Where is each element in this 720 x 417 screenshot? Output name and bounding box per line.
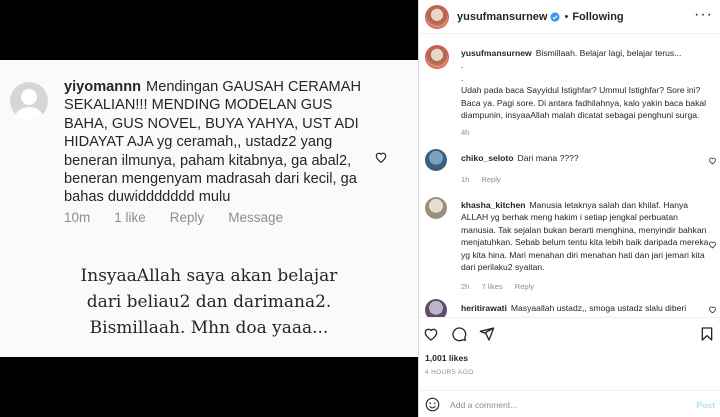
comment-username[interactable]: heritirawati bbox=[461, 303, 507, 313]
screenshot-comment: yiyomannn Mendingan GAUSAH CERAMAH SEKALI… bbox=[64, 78, 374, 207]
screenshot-comment-reply: Reply bbox=[169, 210, 205, 225]
comment-meta: 2h 7 likes Reply bbox=[461, 281, 709, 293]
caption-body: yusufmansurnew Bismillaah. Belajar lagi, … bbox=[461, 47, 709, 140]
caption-line: Bismillaah. Belajar lagi, belajar terus.… bbox=[535, 48, 682, 58]
post-header: yusufmansurnew • Following ··· bbox=[419, 0, 720, 34]
author-username[interactable]: yusufmansurnew bbox=[457, 11, 547, 23]
post-timestamp[interactable]: 4 HOURS AGO bbox=[425, 369, 473, 376]
caption-dot-line: . bbox=[461, 72, 464, 83]
more-icon[interactable]: ··· bbox=[694, 6, 713, 24]
quote-line: dari beliau2 dan darimana2. bbox=[86, 292, 332, 312]
quote-text: InsyaaAllah saya akan belajar dari belia… bbox=[0, 263, 418, 341]
comment-text: Manusia letaknya salah dan khilaf. Hanya… bbox=[461, 200, 709, 273]
comment-username[interactable]: khasha_kitchen bbox=[461, 200, 525, 210]
verified-icon bbox=[550, 11, 561, 22]
screenshot-comment-meta: 10m 1 like Reply Message bbox=[64, 210, 283, 225]
author-avatar[interactable] bbox=[425, 4, 449, 29]
like-heart-icon[interactable] bbox=[423, 326, 439, 342]
comment-like-heart-icon[interactable] bbox=[708, 240, 717, 249]
comment-body: khasha_kitchen Manusia letaknya salah dan… bbox=[461, 199, 709, 294]
caption-dot-line: . bbox=[461, 60, 464, 71]
screenshot-comment-time: 10m bbox=[64, 210, 91, 225]
screenshot-comment-username: yiyomannn bbox=[64, 79, 142, 95]
comment-username[interactable]: chiko_seloto bbox=[461, 153, 514, 163]
emoji-icon[interactable] bbox=[425, 397, 440, 412]
caption-username[interactable]: yusufmansurnew bbox=[461, 48, 532, 58]
comment-reply-button[interactable]: Reply bbox=[515, 282, 534, 291]
comment-time: 1h bbox=[461, 175, 470, 185]
screenshot-comment-likes: 1 like bbox=[114, 210, 146, 225]
post-sidebar: yusufmansurnew • Following ··· yusufmans… bbox=[418, 0, 720, 417]
comment-icon[interactable] bbox=[451, 326, 467, 342]
comment-reply-button[interactable]: Reply bbox=[481, 175, 500, 184]
likes-count[interactable]: 1,001 likes bbox=[425, 353, 468, 363]
comments-list[interactable]: yusufmansurnew Bismillaah. Belajar lagi, … bbox=[419, 35, 720, 317]
comment-avatar[interactable] bbox=[425, 197, 447, 219]
comment-avatar[interactable] bbox=[425, 149, 447, 171]
caption-avatar[interactable] bbox=[425, 45, 449, 69]
share-icon[interactable] bbox=[479, 326, 495, 342]
comment-time: 2h bbox=[461, 282, 470, 292]
comment-like-heart-icon[interactable] bbox=[708, 305, 717, 314]
action-icons bbox=[423, 326, 495, 342]
comment-like-heart-icon[interactable] bbox=[708, 156, 717, 165]
post-media: yiyomannn Mendingan GAUSAH CERAMAH SEKALI… bbox=[0, 0, 418, 417]
separator-dot: • bbox=[564, 10, 569, 23]
comment-text: Masyaallah ustadz,, smoga ustadz slalu d… bbox=[510, 303, 687, 313]
heart-icon bbox=[375, 152, 387, 163]
comment-meta: 1h Reply bbox=[461, 174, 709, 186]
screenshot-image: yiyomannn Mendingan GAUSAH CERAMAH SEKALI… bbox=[0, 60, 418, 357]
screenshot-comment-message: Message bbox=[228, 210, 284, 225]
quote-line: Bismillaah. Mhn doa yaaa... bbox=[89, 318, 329, 338]
add-comment-bar: Post bbox=[419, 390, 720, 417]
save-icon[interactable] bbox=[699, 326, 715, 342]
comment-avatar[interactable] bbox=[425, 299, 447, 317]
comment-body: heritirawati Masyaallah ustadz,, smoga us… bbox=[461, 302, 709, 314]
comment-body: chiko_seloto Dari mana ???? 1h Reply bbox=[461, 152, 709, 187]
comment-likes[interactable]: 7 likes bbox=[481, 282, 502, 291]
caption-text: Udah pada baca Sayyidul Istighfar? Ummul… bbox=[461, 85, 707, 121]
comment-text: Dari mana ???? bbox=[517, 153, 579, 163]
post-actions: 1,001 likes 4 HOURS AGO Post bbox=[419, 317, 720, 417]
screenshot-comment-text: Mendingan GAUSAH CERAMAH SEKALIAN!!! MEN… bbox=[64, 79, 361, 206]
following-button[interactable]: Following bbox=[572, 11, 623, 23]
commenter-avatar bbox=[10, 82, 48, 120]
post-button[interactable]: Post bbox=[696, 400, 715, 410]
caption-time: 4h bbox=[461, 128, 470, 138]
quote-line: InsyaaAllah saya akan belajar bbox=[80, 266, 338, 286]
caption-meta: 4h bbox=[461, 127, 709, 139]
comment-input[interactable] bbox=[450, 399, 670, 410]
